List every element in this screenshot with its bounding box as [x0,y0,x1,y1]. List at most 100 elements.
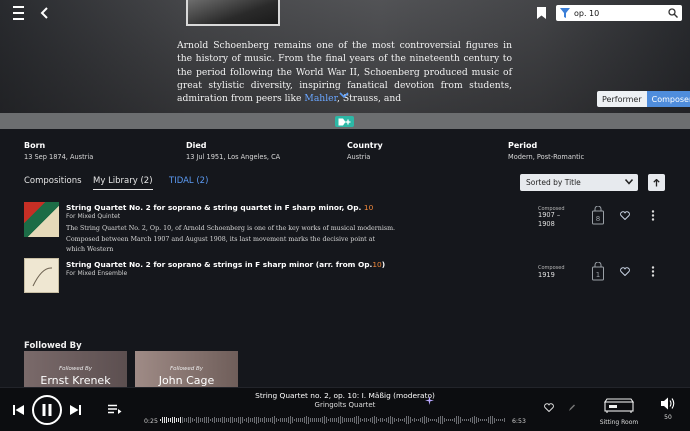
heart-icon[interactable] [544,403,554,412]
waveform-bar [456,416,457,424]
waveform-bar [250,417,251,423]
more-options-icon[interactable] [651,210,655,221]
waveform-bar [500,418,501,422]
pause-button[interactable] [32,395,62,425]
waveform-bar [294,418,295,422]
next-track-icon[interactable] [69,404,81,416]
work-form: For Mixed Quintet [66,213,121,220]
waveform-bar [400,418,401,422]
fact-key: Country [347,141,383,150]
tab-tidal[interactable]: TIDAL (2) [169,176,208,186]
waveform-bar [246,417,247,423]
waveform-bar [384,418,385,422]
waveform-bar [224,416,225,424]
waveform-bar [206,416,207,424]
waveform-bar [348,418,349,422]
waveform-bar [362,418,363,422]
work-title[interactable]: String Quartet No. 2 for soprano & strin… [66,260,385,269]
performer-toggle[interactable]: Performer [597,91,647,107]
sort-dropdown[interactable]: Sorted by Title [520,174,638,191]
fact-value: Modern, Post-Romantic [508,153,585,161]
waveform-bar [410,417,411,423]
followed-by-card[interactable]: Followed By Ernst Krenek [24,351,127,388]
waveform-bar [200,417,201,423]
tag-plus-icon [338,118,351,125]
waveform-seek-bar[interactable] [160,414,506,426]
waveform-bar [166,417,167,423]
heart-icon[interactable] [620,211,630,220]
waveform-bar [296,417,297,423]
add-tag-button[interactable] [335,116,354,127]
search-icon[interactable] [668,8,678,18]
waveform-bar [380,418,381,422]
waveform-bar [170,417,171,423]
waveform-bar [486,418,487,422]
heart-icon[interactable] [620,267,630,276]
tab-my-library[interactable]: My Library (2) [93,176,153,190]
composer-toggle[interactable]: Composer [646,91,690,107]
queue-icon[interactable] [108,403,122,416]
waveform-bar [470,418,471,422]
waveform-bar [376,417,377,423]
waveform-bar [324,416,325,424]
waveform-bar [238,417,239,423]
sort-direction-button[interactable] [648,174,665,191]
waveform-bar [282,417,283,423]
zone-name[interactable]: Sitting Room [592,419,646,426]
previous-track-icon[interactable] [12,404,24,416]
volume-icon[interactable] [661,397,675,410]
waveform-bar [504,417,505,423]
waveform-bar [360,417,361,423]
waveform-bar [198,417,199,423]
search-input[interactable] [574,8,654,18]
back-arrow-icon[interactable] [36,5,52,21]
bookmark-icon[interactable] [534,5,548,21]
waveform-bar [186,417,187,423]
waveform-bar [308,416,309,424]
fact-value: Austria [347,153,371,161]
waveform-bar [178,417,179,423]
waveform-bar [262,418,263,422]
waveform-bar [428,418,429,422]
followed-by-card[interactable]: Followed By John Cage [135,351,238,388]
fact-key: Born [24,141,46,150]
waveform-bar [240,416,241,424]
artist-portrait [186,0,280,26]
waveform-bar [458,416,459,424]
work-title[interactable]: String Quartet No. 2 for soprano & strin… [66,203,373,212]
filter-icon[interactable] [560,8,570,18]
sparkle-icon [425,396,434,405]
waveform-bar [358,416,359,424]
waveform-bar [338,416,339,424]
waveform-bar [394,418,395,422]
waveform-bar [202,418,203,422]
waveform-bar [490,416,491,424]
chevron-down-icon[interactable] [339,92,349,100]
tab-compositions[interactable]: Compositions [24,176,82,186]
track-artist[interactable]: Gringolts Quartet [150,401,540,409]
waveform-bar [188,417,189,423]
waveform-bar [316,418,317,422]
edit-icon[interactable] [568,403,576,412]
waveform-bar [472,416,473,424]
audio-zone-icon[interactable] [603,396,635,414]
waveform-bar [160,419,161,421]
waveform-bar [436,418,437,422]
elapsed-time: 0:25 [144,418,158,425]
menu-icon[interactable] [9,6,27,20]
fact-value: 13 Sep 1874, Austria [24,153,94,161]
track-title[interactable]: String Quartet no. 2, op. 10: I. Mäßig (… [150,391,540,400]
bio-link-mahler[interactable]: Mahler [304,93,337,104]
waveform-bar [270,417,271,423]
waveform-bar [430,418,431,422]
composed-value: 1907 – 1908 [538,211,561,228]
waveform-bar [448,418,449,422]
waveform-bar [304,417,305,423]
library-count-icon[interactable]: 8 [592,206,604,225]
waveform-bar [258,416,259,424]
more-options-icon[interactable] [651,266,655,277]
waveform-bar [478,418,479,422]
waveform-bar [378,418,379,422]
composed-value: 1919 [538,271,555,279]
library-count-icon[interactable]: 1 [592,262,604,281]
